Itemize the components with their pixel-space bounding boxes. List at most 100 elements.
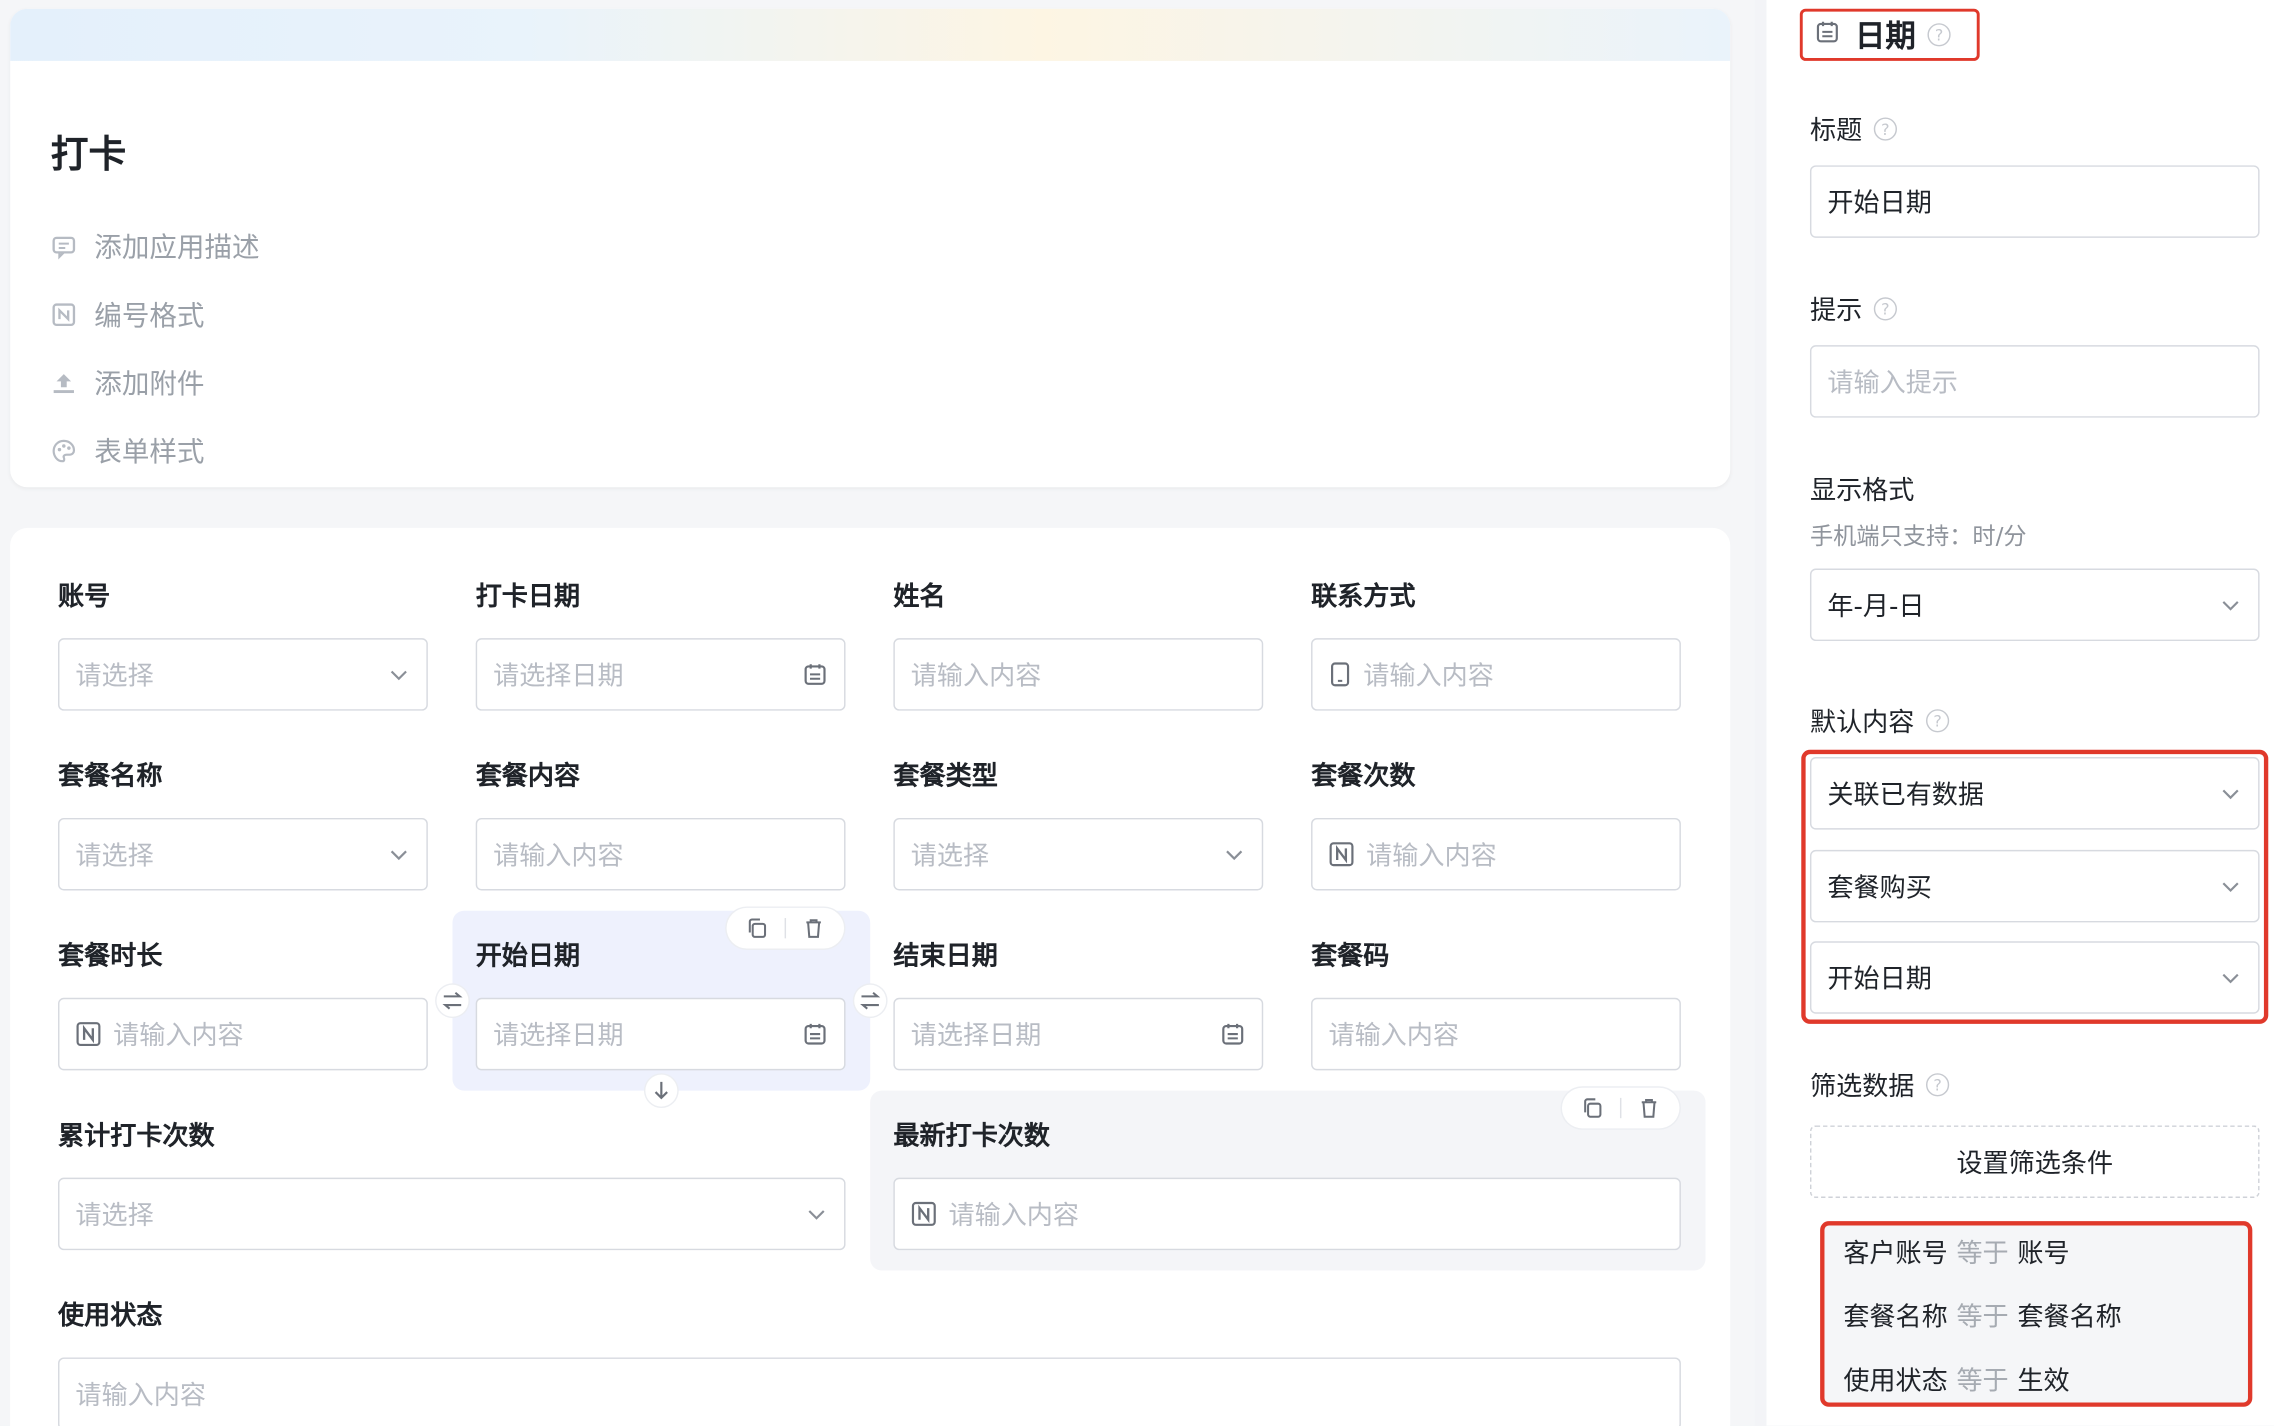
end-date-picker[interactable]: 请选择日期 [893,997,1264,1071]
trash-icon[interactable] [1630,1092,1668,1124]
field-toolbar [1561,1087,1680,1129]
title-label: 标题 [1809,116,1863,147]
number-icon [75,1021,101,1047]
account-select[interactable]: 请选择 [58,638,428,711]
field-checkin-date[interactable]: 打卡日期 请选择日期 [475,580,846,711]
default-label-row: 默认内容 ? [1810,702,1950,740]
field-account[interactable]: 账号 请选择 [58,580,428,711]
swap-right-icon[interactable] [854,984,887,1017]
add-attachment-item[interactable]: 添加附件 [51,348,260,416]
field-label: 套餐内容 [475,761,581,792]
chevron-down-icon [1223,843,1246,866]
format-sub-text: 手机端只支持：时/分 [1809,522,2027,550]
package-duration-input[interactable]: 请输入内容 [58,997,428,1071]
chevron-down-icon [805,1202,828,1225]
help-icon[interactable]: ? [1925,709,1950,733]
trash-icon[interactable] [795,912,833,944]
package-content-input[interactable]: 请输入内容 [475,817,846,891]
copy-icon[interactable] [1574,1092,1612,1124]
number-format-item[interactable]: 编号格式 [51,280,260,348]
field-package-duration[interactable]: 套餐时长 请输入内容 [58,940,428,1071]
help-icon[interactable]: ? [1873,297,1897,321]
field-latest-checkins[interactable]: 最新打卡次数 请输入内容 [893,1120,1681,1251]
calendar-icon [802,661,828,687]
arrow-down-icon[interactable] [645,1074,678,1107]
condition-op: 等于 [1956,1302,2009,1333]
default-source-select[interactable]: 套餐购买 [1809,849,2260,923]
swap-left-icon[interactable] [436,984,469,1017]
placeholder: 请选择 [75,661,154,692]
condition-field: 使用状态 [1843,1366,1948,1397]
placeholder: 请输入内容 [948,1200,1080,1232]
number-icon [911,1201,937,1227]
calendar-icon [802,1021,828,1047]
default-field-select[interactable]: 开始日期 [1809,941,2260,1014]
app-stage: 打卡 添加应用描述 编号格式 添加附件 表单样式 账号 请选择 打卡日期 请选择… [0,0,2274,1426]
field-label: 套餐次数 [1311,761,1416,792]
latest-checkins-input[interactable]: 请输入内容 [893,1177,1681,1251]
package-code-input[interactable]: 请输入内容 [1311,997,1681,1071]
field-package-content[interactable]: 套餐内容 请输入内容 [475,760,846,891]
condition-field: 客户账号 [1843,1238,1948,1270]
title-input[interactable]: 开始日期 [1809,165,2260,238]
format-select[interactable]: 年-月-日 [1809,568,2260,642]
form-style-item[interactable]: 表单样式 [51,416,260,484]
field-usage-status[interactable]: 使用状态 请输入内容 [58,1299,1681,1426]
placeholder: 请选择日期 [910,1021,1042,1052]
field-label: 结束日期 [893,941,998,972]
format-label: 显示格式 [1809,475,1915,507]
meta-label: 添加应用描述 [94,232,260,264]
field-type-title: 日期 [1854,18,1916,54]
help-icon[interactable]: ? [1927,23,1951,47]
help-icon[interactable]: ? [1925,1073,1950,1097]
field-contact[interactable]: 联系方式 请输入内容 [1311,580,1681,711]
add-description-item[interactable]: 添加应用描述 [51,212,260,280]
copy-icon[interactable] [738,912,776,944]
default-source-value: 套餐购买 [1827,873,1932,904]
meta-label: 添加附件 [94,368,205,401]
start-date-picker[interactable]: 请选择日期 [475,997,846,1071]
number-format-icon [51,301,77,327]
placeholder: 请选择 [75,1200,154,1232]
field-type-header: 日期 ? [1799,8,1980,61]
field-package-name[interactable]: 套餐名称 请选择 [58,760,428,891]
field-label: 累计打卡次数 [58,1121,215,1152]
condition-op: 等于 [1956,1366,2009,1397]
field-package-code[interactable]: 套餐码 请输入内容 [1311,940,1681,1071]
contact-input[interactable]: 请输入内容 [1311,638,1681,711]
hint-input[interactable]: 请输入提示 [1809,345,2260,418]
field-label: 姓名 [893,581,946,613]
package-count-input[interactable]: 请输入内容 [1311,817,1681,891]
name-input[interactable]: 请输入内容 [893,638,1264,711]
package-type-select[interactable]: 请选择 [893,817,1264,891]
set-filter-button[interactable]: 设置筛选条件 [1809,1125,2260,1198]
placeholder: 请输入内容 [75,1380,206,1412]
header-gradient [10,8,1731,61]
field-package-count[interactable]: 套餐次数 请输入内容 [1311,760,1681,891]
calendar-icon [1814,19,1840,51]
checkin-date-picker[interactable]: 请选择日期 [475,638,846,711]
toolbar-divider [1619,1097,1622,1119]
usage-status-input[interactable]: 请输入内容 [58,1357,1681,1426]
filter-condition[interactable]: 使用状态 等于 生效 [1843,1360,2069,1398]
condition-value: 套餐名称 [2017,1302,2122,1333]
field-end-date[interactable]: 结束日期 请选择日期 [893,940,1264,1071]
filter-condition[interactable]: 套餐名称 等于 套餐名称 [1843,1297,2121,1335]
filter-label-row: 筛选数据 ? [1810,1066,1950,1104]
filter-condition[interactable]: 客户账号 等于 账号 [1843,1233,2069,1271]
field-label: 套餐类型 [893,761,998,792]
hint-label-row: 提示 ? [1810,290,1897,328]
field-package-type[interactable]: 套餐类型 请选择 [893,760,1264,891]
field-start-date[interactable]: 开始日期 请选择日期 [475,940,846,1071]
package-name-select[interactable]: 请选择 [58,817,428,891]
total-checkins-select[interactable]: 请选择 [58,1177,846,1251]
format-value: 年-月-日 [1827,591,1925,623]
default-mode-select[interactable]: 关联已有数据 [1809,757,2260,830]
app-title[interactable]: 打卡 [51,125,126,179]
field-name[interactable]: 姓名 请输入内容 [893,580,1264,711]
meta-label: 编号格式 [94,300,205,333]
help-icon[interactable]: ? [1873,117,1897,141]
field-total-checkins[interactable]: 累计打卡次数 请选择 [58,1120,846,1251]
title-value: 开始日期 [1827,188,1932,219]
hint-label: 提示 [1809,295,1863,327]
